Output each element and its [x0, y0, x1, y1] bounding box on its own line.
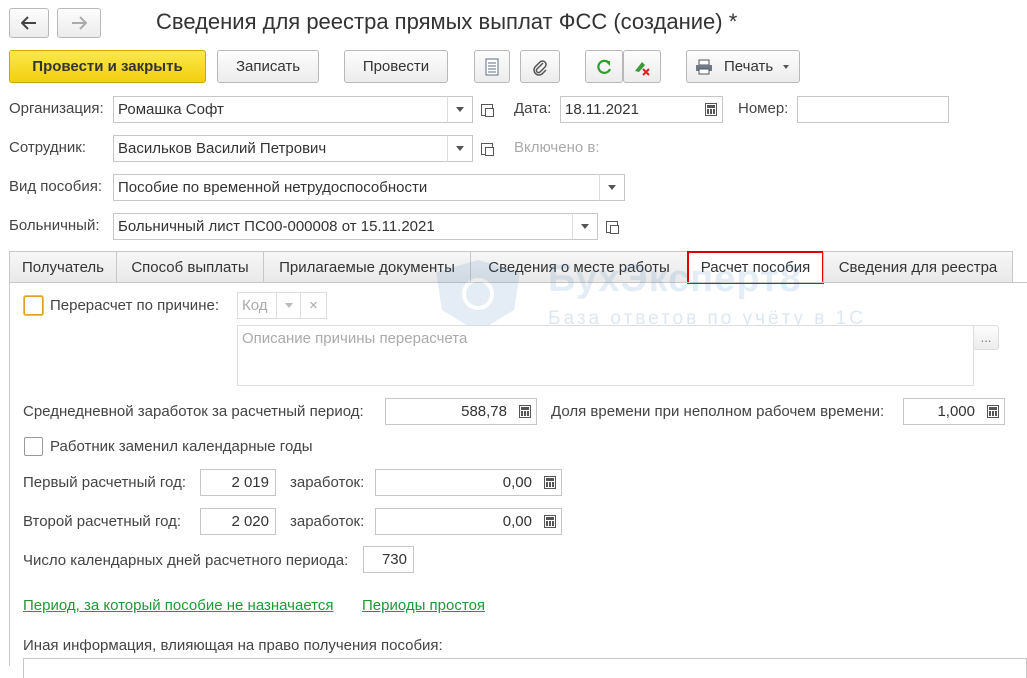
- second-year-field[interactable]: 2 020: [200, 508, 276, 535]
- organization-label: Организация:: [9, 100, 104, 117]
- date-field[interactable]: 18.11.2021: [560, 96, 700, 123]
- paperclip-icon: [533, 59, 547, 76]
- time-share-label: Доля времени при неполном рабочем времен…: [551, 403, 885, 420]
- calculator-icon: [518, 405, 531, 418]
- watermark-brand: БухЭксперт8: [548, 258, 802, 300]
- second-earnings-calc-button[interactable]: [538, 508, 562, 535]
- avg-earnings-field[interactable]: 588,78: [385, 398, 514, 425]
- organization-dropdown[interactable]: [447, 96, 473, 123]
- benefit-type-label: Вид пособия:: [9, 178, 103, 195]
- first-year-field[interactable]: 2 019: [200, 469, 276, 496]
- recalc-reason-placeholder: Описание причины перерасчета: [242, 330, 468, 347]
- time-share-field[interactable]: 1,000: [903, 398, 982, 425]
- employee-field[interactable]: Васильков Василий Петрович: [113, 135, 449, 162]
- employee-dropdown[interactable]: [447, 135, 473, 162]
- page-title: Сведения для реестра прямых выплат ФСС (…: [156, 9, 738, 34]
- other-info-field[interactable]: [23, 658, 1027, 678]
- refresh-button[interactable]: [585, 50, 623, 83]
- back-button[interactable]: [9, 8, 49, 38]
- downtime-periods-link[interactable]: Периоды простоя: [362, 597, 485, 614]
- sick-leave-label: Больничный:: [9, 217, 100, 234]
- second-earnings-label: заработок:: [290, 513, 365, 530]
- date-calendar-button[interactable]: [699, 96, 723, 123]
- employee-label: Сотрудник:: [9, 139, 87, 156]
- number-field[interactable]: [797, 96, 949, 123]
- save-button[interactable]: Записать: [217, 50, 319, 83]
- eraser-icon: [635, 61, 650, 76]
- days-label: Число календарных дней расчетного период…: [23, 552, 349, 569]
- print-label: Печать: [724, 58, 774, 75]
- close-icon: ×: [309, 297, 318, 314]
- employee-open-button[interactable]: [475, 135, 499, 162]
- open-icon: [481, 103, 494, 117]
- chevron-down-icon: [608, 185, 616, 190]
- calculator-icon: [543, 476, 556, 489]
- benefit-type-field[interactable]: Пособие по временной нетрудоспособности: [113, 174, 600, 201]
- first-earnings-label: заработок:: [290, 474, 365, 491]
- number-label: Номер:: [738, 100, 789, 117]
- sick-leave-field[interactable]: Больничный лист ПС00-000008 от 15.11.202…: [113, 213, 573, 240]
- refresh-icon: [597, 59, 612, 74]
- sick-leave-open-button[interactable]: [600, 213, 624, 240]
- first-earnings-field[interactable]: 0,00: [375, 469, 539, 496]
- chevron-down-icon: [456, 107, 464, 112]
- tab-panel-left-border: [9, 282, 10, 666]
- included-in-label: Включено в:: [514, 139, 600, 156]
- list-icon: [485, 58, 499, 75]
- avg-earnings-calc-button[interactable]: [513, 398, 537, 425]
- recalc-checkbox[interactable]: [24, 296, 43, 315]
- recalc-label: Перерасчет по причине:: [50, 297, 219, 314]
- chevron-down-icon: [783, 64, 790, 69]
- avg-earnings-label: Среднедневной заработок за расчетный пер…: [23, 403, 364, 420]
- attach-button[interactable]: [520, 50, 560, 83]
- chevron-down-icon: [284, 303, 293, 308]
- chevron-down-icon: [456, 146, 464, 151]
- recalc-code-field[interactable]: Код: [237, 292, 277, 319]
- printer-icon: [696, 59, 712, 74]
- recalc-code-placeholder: Код: [242, 297, 268, 314]
- tab-payment-method[interactable]: Способ выплаты: [116, 251, 264, 283]
- post-and-close-button[interactable]: Провести и закрыть: [9, 50, 206, 83]
- other-info-label: Иная информация, влияющая на право получ…: [23, 637, 443, 654]
- open-icon: [606, 220, 619, 234]
- forward-button[interactable]: [57, 8, 101, 38]
- second-year-label: Второй расчетный год:: [23, 513, 182, 530]
- arrow-left-icon: [21, 16, 36, 30]
- calendar-icon: [704, 103, 717, 116]
- replaced-years-label: Работник заменил календарные годы: [50, 438, 313, 455]
- watermark-logo-icon: [436, 260, 520, 332]
- first-year-label: Первый расчетный год:: [23, 474, 186, 491]
- calculator-icon: [986, 405, 999, 418]
- days-field[interactable]: 730: [363, 546, 414, 573]
- recalc-code-dropdown[interactable]: [276, 292, 301, 319]
- first-earnings-calc-button[interactable]: [538, 469, 562, 496]
- date-label: Дата:: [514, 100, 552, 117]
- open-icon: [481, 142, 494, 156]
- recalc-reason-field[interactable]: Описание причины перерасчета: [237, 325, 974, 386]
- post-button[interactable]: Провести: [344, 50, 448, 83]
- arrow-right-icon: [72, 16, 87, 30]
- recalc-reason-more-button[interactable]: ...: [973, 325, 999, 350]
- chevron-down-icon: [581, 224, 589, 229]
- tab-recipient[interactable]: Получатель: [9, 251, 117, 283]
- clear-button[interactable]: [623, 50, 661, 83]
- print-button[interactable]: Печать: [686, 50, 800, 83]
- calculator-icon: [543, 515, 556, 528]
- tab-registry-info[interactable]: Сведения для реестра: [823, 251, 1013, 283]
- organization-open-button[interactable]: [475, 96, 499, 123]
- not-assigned-period-link[interactable]: Период, за который пособие не назначаетс…: [23, 597, 334, 614]
- replaced-years-checkbox[interactable]: [24, 437, 43, 456]
- structure-button[interactable]: [474, 50, 510, 83]
- organization-field[interactable]: Ромашка Софт: [113, 96, 449, 123]
- time-share-calc-button[interactable]: [981, 398, 1005, 425]
- recalc-code-clear[interactable]: ×: [300, 292, 327, 319]
- second-earnings-field[interactable]: 0,00: [375, 508, 539, 535]
- benefit-type-dropdown[interactable]: [599, 174, 625, 201]
- sick-leave-dropdown[interactable]: [572, 213, 598, 240]
